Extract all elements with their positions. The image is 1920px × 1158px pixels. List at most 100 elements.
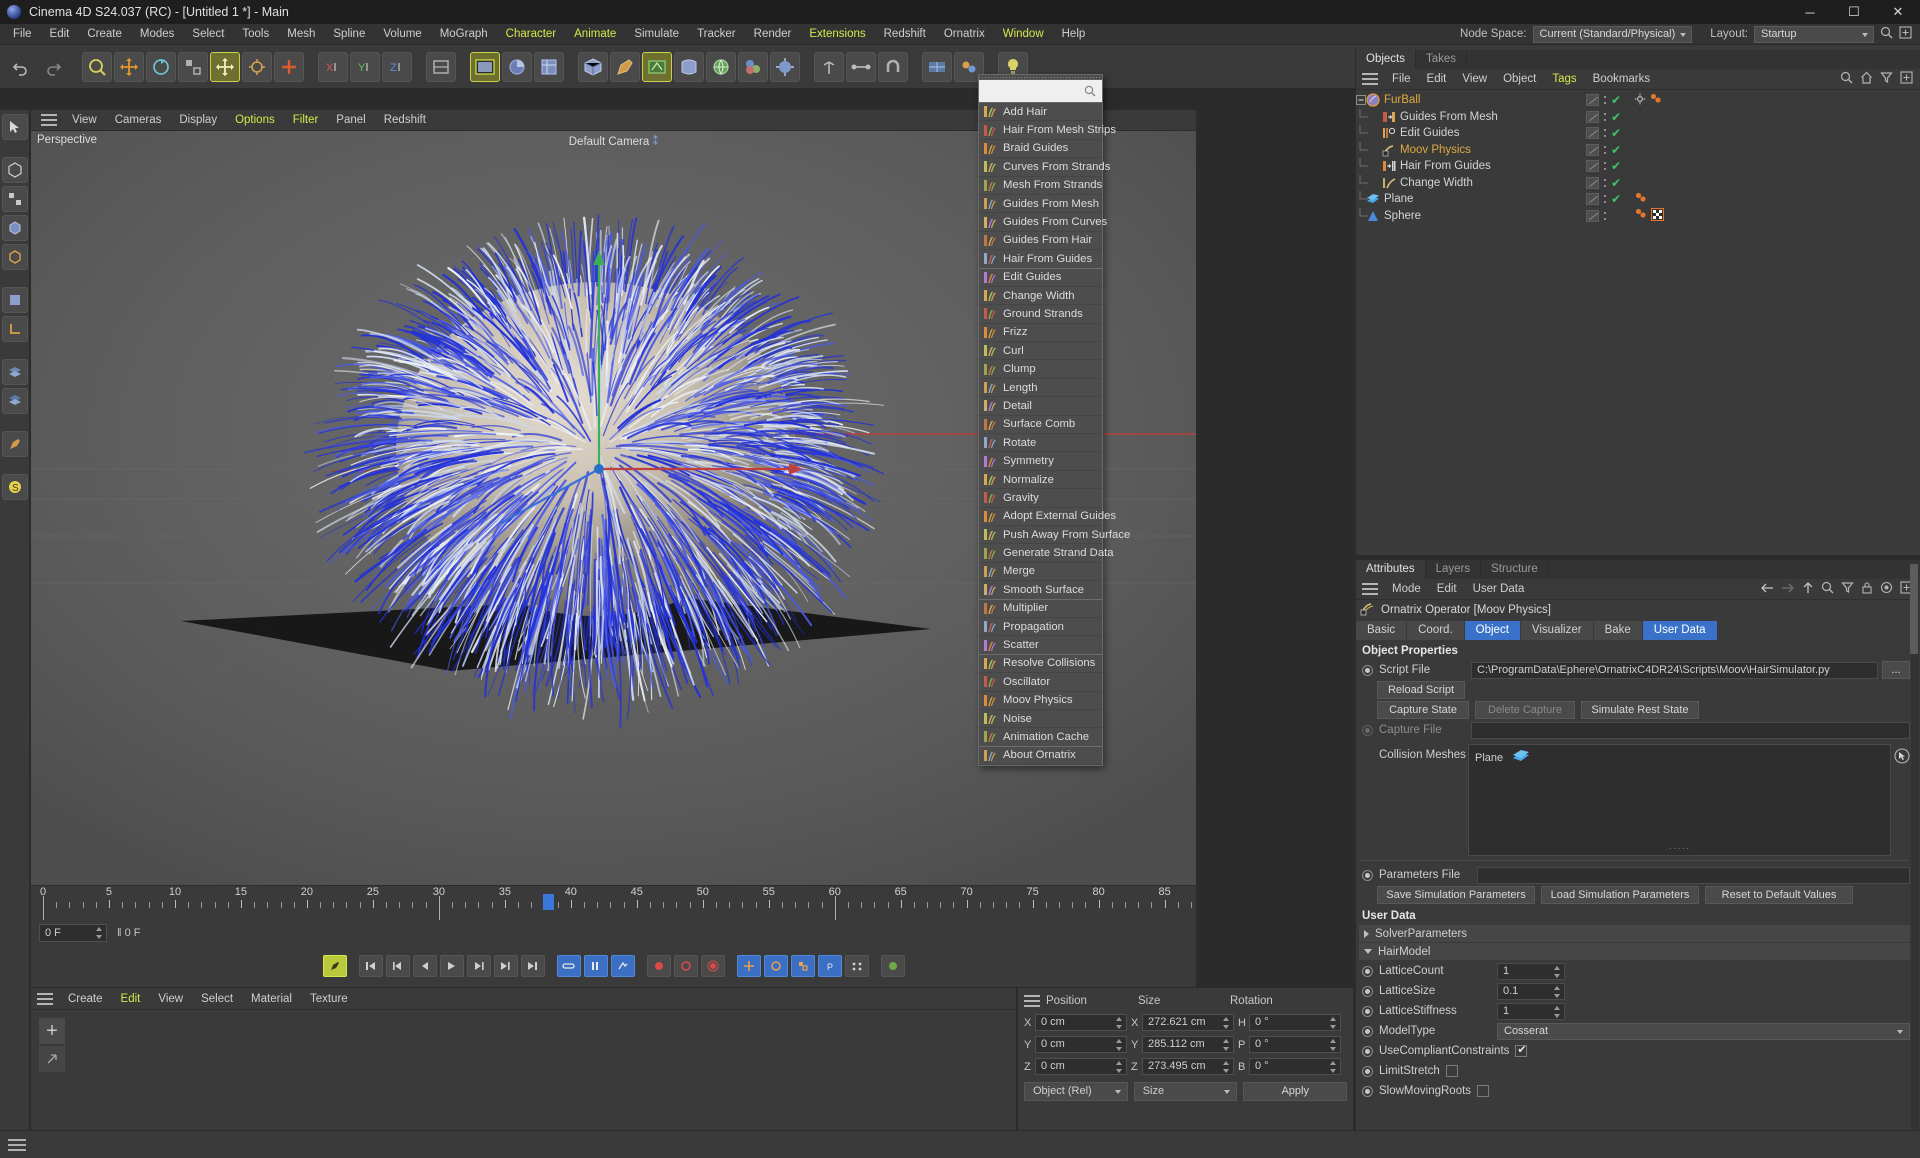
menu-tracker[interactable]: Tracker (688, 24, 745, 45)
ornatrix-menu-item-resolve-collisions[interactable]: Resolve Collisions (979, 655, 1102, 674)
tool-texture-mode-button[interactable] (1, 186, 28, 212)
ornatrix-tag-icon[interactable] (1634, 192, 1648, 207)
enabled-check-icon[interactable]: ✔ (1611, 177, 1621, 189)
layout-select[interactable]: Startup (1754, 25, 1874, 43)
lock-x-axis-button[interactable]: X (318, 51, 348, 82)
tab-attributes[interactable]: Attributes (1356, 560, 1426, 579)
lock-y-axis-button[interactable]: Y (350, 51, 380, 82)
live-selection-tool[interactable] (82, 51, 112, 82)
viewport-menu-panel[interactable]: Panel (327, 110, 374, 131)
camera-button[interactable] (738, 51, 768, 82)
modeltype-select[interactable]: Cosserat (1497, 1022, 1910, 1040)
deformer-button[interactable] (674, 51, 704, 82)
object-name[interactable]: Edit Guides (1400, 127, 1459, 139)
coordinate-mode-select[interactable]: Object (Rel) (1024, 1082, 1128, 1101)
attributes-menu-icon[interactable] (1362, 583, 1378, 595)
enabled-check-icon[interactable]: ✔ (1611, 144, 1621, 156)
slowmovingroots-checkbox[interactable] (1477, 1085, 1490, 1097)
ornatrix-menu-item-braid-guides[interactable]: Braid Guides (979, 140, 1102, 159)
script-file-input[interactable]: C:\ProgramData\Ephere\OrnatrixC4DR24\Scr… (1471, 661, 1878, 679)
latticesize-animate-radio[interactable] (1362, 985, 1373, 997)
script-file-browse-button[interactable]: ... (1882, 661, 1910, 679)
editor-visibility-toggle[interactable] (1586, 160, 1599, 173)
magnet-button[interactable] (878, 51, 908, 82)
timeline-ruler[interactable]: 0 5 10 15 20 25 30 35 40 45 50 55 60 65 70 75 80 85 (31, 886, 1196, 920)
editor-visibility-toggle[interactable] (1586, 193, 1599, 206)
ornatrix-menu-item-adopt-external-guides[interactable]: Adopt External Guides (979, 508, 1116, 526)
material-menu-icon[interactable] (37, 992, 53, 1005)
status-bar-menu-icon[interactable] (8, 1138, 26, 1151)
menu-render[interactable]: Render (745, 24, 801, 45)
ornatrix-menu-item-smooth-surface[interactable]: Smooth Surface (979, 581, 1102, 600)
menu-help[interactable]: Help (1053, 24, 1095, 45)
go-to-start-button[interactable] (358, 955, 383, 977)
add-object-tool[interactable] (274, 51, 304, 82)
stepper-icon[interactable] (1330, 1038, 1338, 1052)
home-icon[interactable] (1860, 71, 1873, 87)
rotation-p-field[interactable]: 0 ° (1249, 1036, 1341, 1053)
play-button[interactable] (439, 955, 464, 977)
reset-to-default-values-button[interactable]: Reset to Default Values (1705, 886, 1853, 904)
ornatrix-menu-item-curves-from-strands[interactable]: Curves From Strands (979, 158, 1110, 177)
texture-mode-button[interactable] (922, 51, 952, 82)
menu-simulate[interactable]: Simulate (625, 24, 688, 45)
ornatrix-menu-item-oscillator[interactable]: Oscillator (979, 673, 1102, 692)
viewport-menu-cameras[interactable]: Cameras (106, 110, 171, 131)
render-view-button[interactable] (470, 51, 500, 82)
load-simulation-parameters-button[interactable]: Load Simulation Parameters (1541, 886, 1699, 904)
bone-button[interactable] (846, 51, 876, 82)
attributes-menu-user-data[interactable]: User Data (1465, 579, 1533, 600)
stepper-icon[interactable] (1330, 1060, 1338, 1074)
primitive-cube-button[interactable] (578, 51, 608, 82)
rotation-key-button[interactable] (763, 955, 788, 977)
search-icon[interactable] (1840, 71, 1853, 87)
latticestiffness-animate-radio[interactable] (1362, 1005, 1373, 1017)
object-row-hair-from-guides[interactable]: Hair From Guides ✔ (1356, 158, 1920, 175)
ornatrix-menu-item-hair-from-mesh-strips[interactable]: Hair From Mesh Strips (979, 121, 1116, 140)
stepper-icon[interactable] (1223, 1060, 1231, 1074)
material-menu-edit[interactable]: Edit (112, 988, 150, 1010)
capture-file-animate-radio[interactable] (1362, 724, 1373, 736)
usecompliantconstraints-checkbox[interactable] (1515, 1043, 1528, 1057)
menu-create[interactable]: Create (78, 24, 131, 45)
collision-mesh-item[interactable]: Plane (1469, 745, 1890, 766)
previous-keyframe-button[interactable] (385, 955, 410, 977)
stepper-icon[interactable] (1554, 985, 1562, 999)
redo-button[interactable] (38, 52, 68, 82)
listbox-resize-handle[interactable]: ····· (1669, 843, 1691, 854)
tool-poly-mode-button[interactable] (1, 287, 28, 313)
record-button[interactable] (646, 955, 671, 977)
visibility-dots-icon[interactable] (1603, 160, 1607, 172)
tool-model-mode-button[interactable] (1, 157, 28, 183)
object-menu-bookmarks[interactable]: Bookmarks (1585, 69, 1659, 90)
material-menu-material[interactable]: Material (242, 988, 301, 1010)
project-settings-button[interactable] (880, 955, 905, 977)
material-manager-panel[interactable]: Create Edit View Select Material Texture + (31, 987, 1016, 1130)
enabled-check-icon[interactable]: ✔ (1611, 127, 1621, 139)
capture-file-input[interactable] (1471, 721, 1910, 739)
object-name[interactable]: Plane (1384, 193, 1413, 205)
forward-arrow-icon[interactable] (1781, 582, 1795, 597)
visibility-dots-icon[interactable] (1603, 177, 1607, 189)
rotation-h-field[interactable]: 0 ° (1249, 1014, 1341, 1031)
environment-button[interactable] (706, 51, 736, 82)
object-menu-edit[interactable]: Edit (1419, 69, 1455, 90)
ornatrix-menu-item-multiplier[interactable]: Multiplier (979, 600, 1102, 618)
position-x-field[interactable]: 0 cm (1035, 1014, 1127, 1031)
viewport-menu-icon[interactable] (41, 114, 57, 126)
latticesize-input[interactable]: 0.1 (1497, 982, 1565, 1000)
visibility-dots-icon[interactable] (1603, 210, 1607, 222)
size-z-field[interactable]: 273.495 cm (1142, 1058, 1234, 1075)
autokey-button[interactable] (673, 955, 698, 977)
latticecount-input[interactable]: 1 (1497, 962, 1565, 980)
up-arrow-icon[interactable] (1802, 581, 1814, 597)
minimize-button[interactable]: ─ (1788, 0, 1832, 24)
generator-button[interactable] (642, 51, 672, 82)
go-to-end-button[interactable] (520, 955, 545, 977)
lock-z-axis-button[interactable]: Z (382, 51, 412, 82)
maximize-button[interactable]: ☐ (1832, 0, 1876, 24)
object-tab-bake[interactable]: Bake (1593, 621, 1643, 640)
tool-cursor-button[interactable] (1, 114, 28, 140)
object-row-guides-from-mesh[interactable]: Guides From Mesh ✔ (1356, 108, 1920, 126)
coordinate-system-tool[interactable] (242, 51, 272, 82)
